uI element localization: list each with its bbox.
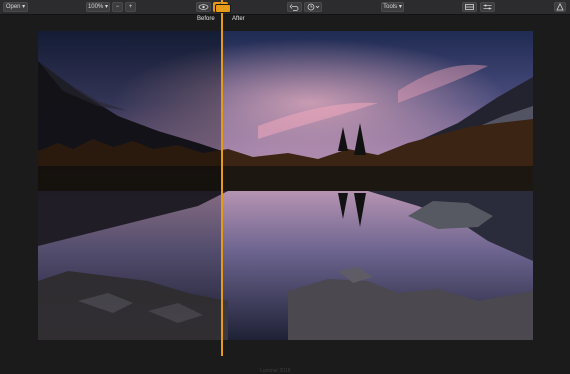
zoom-in-button[interactable]: + xyxy=(125,2,136,12)
open-label: Open xyxy=(5,4,21,10)
history-icon xyxy=(307,3,320,11)
panels-button[interactable] xyxy=(462,2,477,12)
share-icon xyxy=(556,3,564,11)
zoom-value: 100% xyxy=(87,4,104,10)
eye-icon xyxy=(198,4,209,10)
image-canvas[interactable]: Luminar 2018 xyxy=(0,27,570,374)
open-button[interactable]: Open ▾ xyxy=(3,2,28,12)
history-button[interactable] xyxy=(304,2,322,12)
before-label: Before xyxy=(197,16,215,22)
chevron-down-icon: ▾ xyxy=(103,4,109,10)
preview-toggle-button[interactable] xyxy=(196,2,211,12)
watermark-text: Luminar 2018 xyxy=(260,368,291,374)
undo-icon xyxy=(289,4,299,11)
zoom-out-button[interactable]: − xyxy=(112,2,123,12)
compare-split-line[interactable] xyxy=(221,0,223,356)
landscape-photo xyxy=(38,31,533,340)
compare-split-handle[interactable] xyxy=(215,4,231,13)
tools-button[interactable]: Tools ▾ xyxy=(381,2,404,12)
share-button[interactable] xyxy=(554,2,566,12)
panels-icon xyxy=(465,4,474,10)
compare-label-bar: Before After xyxy=(0,15,570,27)
chevron-down-icon: ▾ xyxy=(20,4,26,10)
chevron-down-icon: ▾ xyxy=(397,4,402,10)
undo-button[interactable] xyxy=(287,2,302,12)
top-toolbar: Open ▾ 100% ▾ − + Tools ▾ xyxy=(0,0,570,15)
zoom-in-label: + xyxy=(128,4,133,10)
sliders-icon xyxy=(483,4,492,10)
zoom-out-label: − xyxy=(115,4,120,10)
photo xyxy=(38,31,533,340)
zoom-select[interactable]: 100% ▾ xyxy=(86,2,110,12)
tools-label: Tools xyxy=(383,4,398,10)
after-label: After xyxy=(232,16,245,22)
adjustments-button[interactable] xyxy=(480,2,495,12)
